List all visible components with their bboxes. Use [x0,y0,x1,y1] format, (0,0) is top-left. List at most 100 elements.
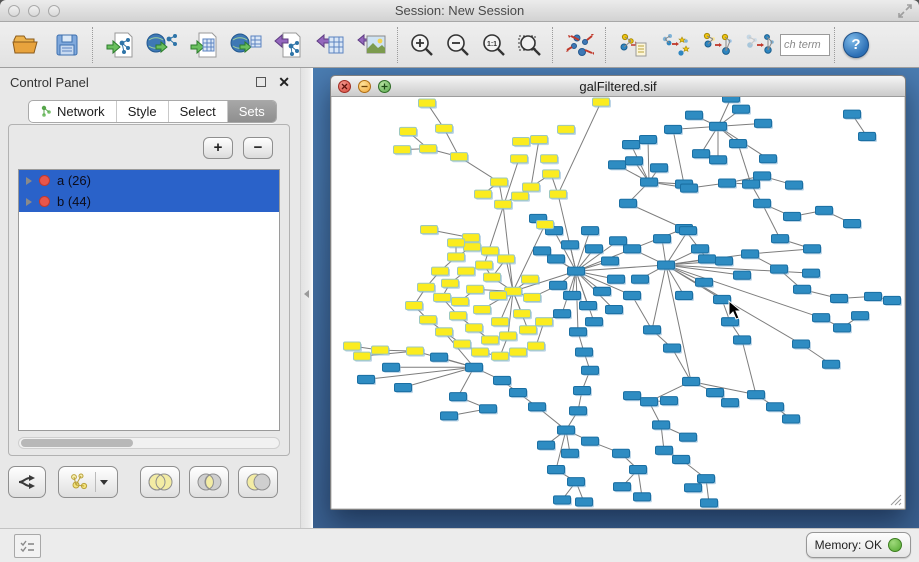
main-toolbar: 1:1 [0,22,919,68]
status-bar: Memory: OK [0,528,919,562]
close-window-button[interactable] [8,5,20,17]
title-bar: Session: New Session [0,0,919,22]
set-row-b[interactable]: b (44) [19,191,279,212]
network-graph[interactable] [332,97,904,508]
control-panel-tabs: Network Style Select Sets [28,100,277,123]
control-panel-title: Control Panel [10,75,256,90]
split-sets-button[interactable] [8,466,46,498]
zoom-out-icon [445,32,471,58]
network-canvas[interactable] [332,97,904,508]
set-label: b (44) [57,194,91,209]
memory-ok-indicator [888,538,902,552]
merge-networks-button[interactable] [696,25,738,65]
import-table-web-icon [230,31,262,59]
help-button[interactable]: ? [843,32,869,58]
network-desktop: galFiltered.sif [313,68,919,528]
toolbar-separator [92,27,95,63]
svg-text:1:1: 1:1 [487,41,497,48]
open-folder-icon [11,32,39,58]
toolbar-separator [397,27,400,63]
checklist-icon [20,539,35,553]
frame-maximize-button[interactable] [378,80,391,93]
apply-layout-icon [565,31,595,59]
export-image-button[interactable] [351,25,393,65]
import-network-file-button[interactable] [99,25,141,65]
network-frame[interactable]: galFiltered.sif [330,75,906,510]
toolbar-separator [605,27,608,63]
button-separator [95,472,96,492]
tab-sets[interactable]: Sets [227,101,276,122]
set-color-dot [39,196,50,207]
zoom-out-button[interactable] [440,25,476,65]
sets-group-box: + − a (26) b (44) [8,124,290,456]
union-sets-button[interactable] [140,466,180,498]
network-frame-title: galFiltered.sif [579,79,656,94]
frame-minimize-button[interactable] [358,80,371,93]
fullscreen-icon[interactable] [897,3,913,19]
resize-grip-icon[interactable] [889,493,902,506]
sets-list: a (26) b (44) [18,169,280,431]
export-table-button[interactable] [309,25,351,65]
apply-layout-button[interactable] [559,25,601,65]
import-network-file-icon [105,31,135,59]
export-image-icon [357,31,387,59]
tab-sets-label: Sets [239,104,265,119]
app-window: Session: New Session [0,0,919,562]
zoom-in-button[interactable] [404,25,440,65]
minimize-window-button[interactable] [28,5,40,17]
merge-networks-icon [702,31,732,59]
yellow-network-icon [69,472,91,492]
import-network-web-icon [146,31,178,59]
venn-union-icon [145,471,175,493]
tab-network[interactable]: Network [29,101,116,122]
zoom-window-button[interactable] [48,5,60,17]
network-report-button[interactable] [612,25,654,65]
expand-arrow-icon[interactable] [26,198,32,206]
add-set-button[interactable]: + [203,137,233,159]
set-label: a (26) [57,173,91,188]
export-table-icon [315,31,345,59]
network-tab-icon [40,105,53,118]
tab-select-label: Select [180,104,216,119]
import-table-file-icon [189,31,219,59]
collapse-panel-arrow-icon[interactable] [304,290,309,298]
toolbar-separator [552,27,555,63]
expand-arrow-icon[interactable] [26,177,32,185]
diff-networks-button[interactable] [738,25,780,65]
save-session-button[interactable] [46,25,88,65]
frame-close-button[interactable] [338,80,351,93]
mouse-cursor-icon [728,300,742,320]
import-table-file-button[interactable] [183,25,225,65]
scrollbar-thumb[interactable] [21,439,133,447]
tab-network-label: Network [57,104,105,119]
main-area: Control Panel ✕ Network Style Select Set… [0,68,919,528]
zoom-selected-button[interactable] [512,25,548,65]
create-set-from-network-button[interactable] [58,466,118,498]
network-frame-titlebar[interactable]: galFiltered.sif [331,76,905,97]
zoom-selected-icon [517,32,543,58]
open-file-button[interactable] [4,25,46,65]
difference-sets-button[interactable] [238,466,278,498]
set-row-a[interactable]: a (26) [19,170,279,191]
import-network-web-button[interactable] [141,25,183,65]
venn-intersection-icon [194,471,224,493]
intersect-sets-button[interactable] [189,466,229,498]
split-arrows-icon [16,471,38,493]
close-panel-button[interactable]: ✕ [278,77,290,87]
tab-style[interactable]: Style [116,101,168,122]
tab-select[interactable]: Select [168,101,227,122]
task-history-button[interactable] [14,534,41,558]
horizontal-scrollbar[interactable] [18,437,280,449]
memory-status-button[interactable]: Memory: OK [806,532,911,558]
export-network-button[interactable] [267,25,309,65]
group-tools-button[interactable] [654,25,696,65]
panel-splitter[interactable] [300,68,313,528]
float-panel-button[interactable] [256,77,266,87]
dropdown-caret-icon[interactable] [100,480,108,485]
zoom-in-icon [409,32,435,58]
import-table-web-button[interactable] [225,25,267,65]
search-input[interactable] [780,34,830,56]
zoom-fit-button[interactable]: 1:1 [476,25,512,65]
control-panel: Control Panel ✕ Network Style Select Set… [0,68,300,528]
remove-set-button[interactable]: − [243,137,273,159]
